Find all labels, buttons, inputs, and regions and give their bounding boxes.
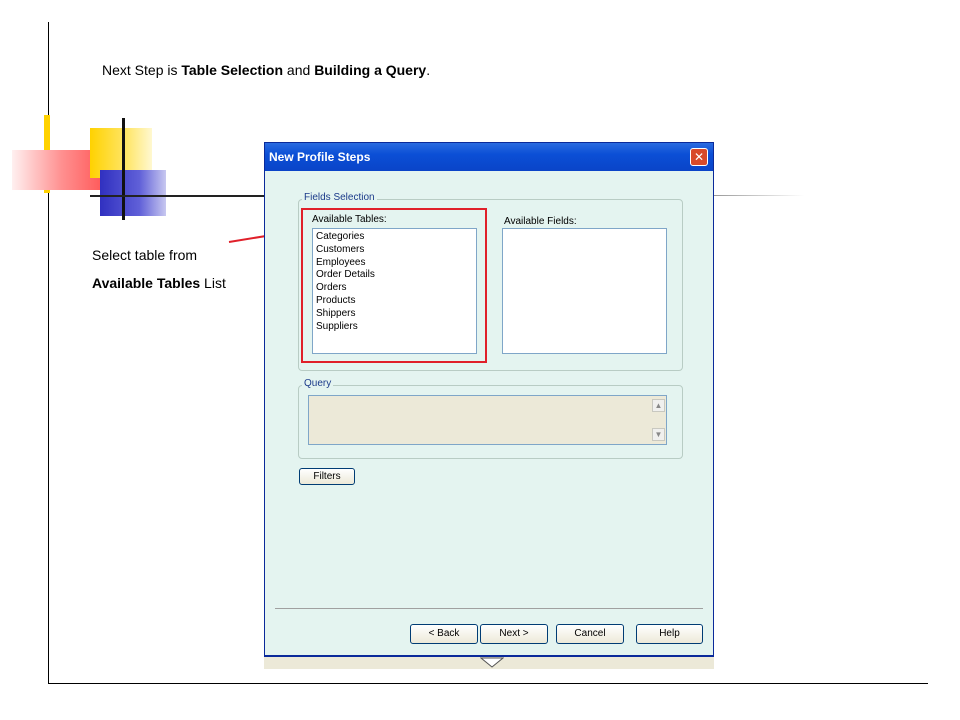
available-fields-list[interactable] — [502, 228, 667, 354]
help-button[interactable]: Help — [636, 624, 703, 644]
scroll-up-icon[interactable]: ▲ — [652, 399, 665, 412]
fields-selection-title: Fields Selection — [302, 192, 377, 203]
cancel-button[interactable]: Cancel — [556, 624, 624, 644]
available-tables-highlight-box — [301, 208, 487, 363]
back-button[interactable]: < Back — [410, 624, 478, 644]
next-button[interactable]: Next > — [480, 624, 548, 644]
scroll-down-icon[interactable]: ▼ — [652, 428, 665, 441]
close-button[interactable]: ✕ — [690, 148, 708, 166]
dialog-separator — [275, 608, 703, 609]
query-textarea[interactable]: ▲ ▼ — [308, 395, 667, 445]
filters-button[interactable]: Filters — [299, 468, 355, 485]
available-fields-label: Available Fields: — [504, 216, 577, 227]
query-group-title: Query — [302, 378, 334, 389]
expand-down-icon — [480, 657, 504, 668]
dialog-titlebar[interactable]: New Profile Steps — [265, 143, 713, 171]
